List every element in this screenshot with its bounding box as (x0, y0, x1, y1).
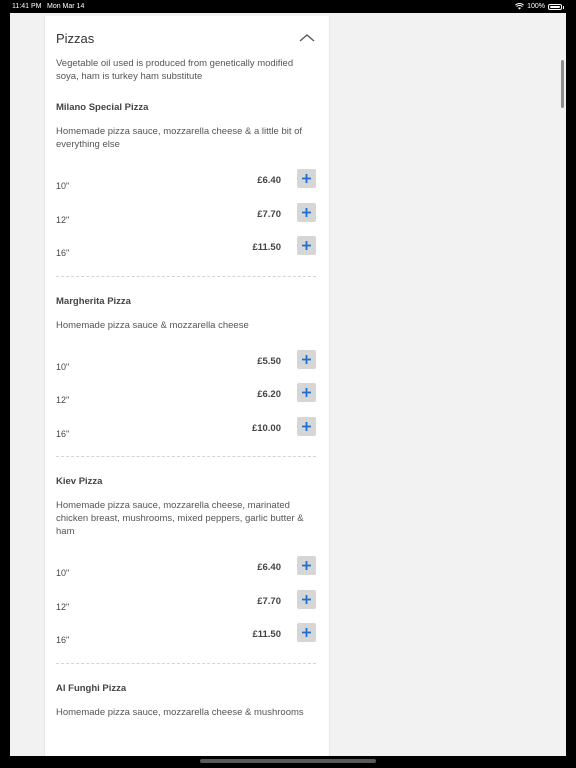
size-option-row: 12" £7.70 (56, 202, 316, 243)
add-to-basket-button[interactable] (297, 202, 316, 222)
product-item: Kiev Pizza Homemade pizza sauce, mozzare… (56, 457, 316, 663)
product-description: Homemade pizza sauce & mozzarella cheese (56, 319, 249, 331)
plus-icon (302, 628, 311, 637)
section-header[interactable]: Pizzas (56, 16, 316, 54)
add-to-basket-button[interactable] (297, 416, 316, 436)
add-to-basket-button[interactable] (297, 589, 316, 609)
plus-icon (302, 561, 311, 570)
size-price: £6.40 (257, 175, 281, 186)
size-option-row: 16" £11.50 (56, 236, 316, 276)
size-label: 16" (56, 428, 70, 439)
size-label: 10" (56, 181, 70, 191)
size-options: 10" £5.50 12" £6.20 16" £10.00 (56, 349, 316, 457)
product-name: Kiev Pizza (56, 476, 103, 487)
product-item: Milano Special Pizza Homemade pizza sauc… (56, 83, 316, 276)
product-description: Homemade pizza sauce, mozzarella cheese,… (56, 500, 304, 537)
status-indicators: 100% (515, 0, 564, 13)
product-item: Al Funghi Pizza Homemade pizza sauce, mo… (56, 664, 316, 719)
size-option-row: 16" £11.50 (56, 623, 316, 663)
product-item: Margherita Pizza Homemade pizza sauce & … (56, 277, 316, 457)
size-option-row: 12" £6.20 (56, 383, 316, 423)
size-option-row: 10" £5.50 (56, 349, 316, 390)
wifi-icon (515, 3, 525, 10)
plus-icon (302, 594, 311, 604)
size-option-row: 12" £7.70 (56, 589, 316, 630)
size-price: £5.50 (257, 355, 281, 367)
size-price: £11.50 (252, 242, 281, 253)
product-list: Milano Special Pizza Homemade pizza sauc… (56, 83, 316, 719)
plus-icon (302, 354, 311, 364)
add-to-basket-button[interactable] (297, 383, 316, 402)
category-panel: Pizzas Vegetable oil used is produced fr… (44, 16, 330, 756)
size-option-row: 10" £6.40 (56, 169, 316, 209)
plus-icon (302, 174, 311, 183)
size-price: £6.40 (257, 562, 281, 573)
plus-icon (302, 241, 311, 250)
size-price: £7.70 (257, 208, 281, 220)
size-price: £11.50 (252, 629, 281, 640)
size-label: 10" (56, 568, 70, 578)
add-to-basket-button[interactable] (297, 169, 316, 188)
home-indicator[interactable] (200, 759, 376, 763)
size-label: 16" (56, 248, 70, 258)
size-price: £10.00 (251, 422, 281, 434)
status-time: 11:41 PM (12, 3, 42, 10)
section-note: Vegetable oil used is produced from gene… (56, 58, 294, 82)
chevron-up-icon[interactable] (298, 32, 316, 44)
size-label: 12" (56, 601, 70, 612)
plus-icon (302, 421, 311, 431)
size-price: £6.20 (257, 389, 281, 400)
size-price: £7.70 (257, 595, 281, 607)
add-to-basket-button[interactable] (297, 349, 316, 369)
menu-sheet: Pizzas Vegetable oil used is produced fr… (10, 13, 566, 756)
product-name: Al Funghi Pizza (56, 682, 127, 694)
plus-icon (302, 388, 311, 397)
plus-icon (302, 207, 311, 217)
size-label: 12" (56, 214, 70, 225)
size-option-row: 16" £10.00 (56, 416, 316, 457)
battery-percent: 100% (527, 3, 545, 10)
status-date: Mon Mar 14 (47, 3, 85, 10)
section-title: Pizzas (56, 31, 95, 46)
product-name: Margherita Pizza (56, 295, 131, 307)
product-name: Milano Special Pizza (56, 102, 149, 113)
product-description: Homemade pizza sauce, mozzarella cheese … (56, 126, 303, 150)
product-description: Homemade pizza sauce, mozzarella cheese … (56, 706, 304, 718)
size-label: 10" (56, 361, 70, 372)
scrollbar-thumb[interactable] (561, 60, 564, 108)
size-label: 12" (56, 395, 70, 405)
battery-icon (548, 3, 564, 10)
size-options: 10" £6.40 12" £7.70 16" £11.50 (56, 556, 316, 663)
add-to-basket-button[interactable] (297, 623, 316, 642)
add-to-basket-button[interactable] (297, 236, 316, 255)
size-options: 10" £6.40 12" £7.70 16" £11.50 (56, 169, 316, 276)
status-bar: 11:41 PM Mon Mar 14 100% (0, 0, 576, 13)
size-option-row: 10" £6.40 (56, 556, 316, 596)
size-label: 16" (56, 635, 70, 645)
add-to-basket-button[interactable] (297, 556, 316, 575)
